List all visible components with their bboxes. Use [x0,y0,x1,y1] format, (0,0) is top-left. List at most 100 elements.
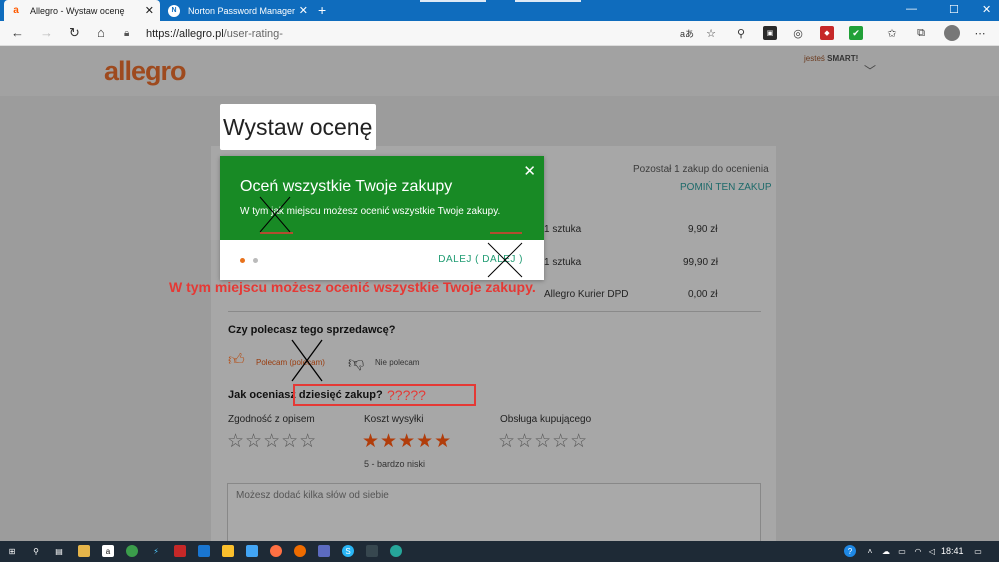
favorite-star-icon[interactable]: ☆ [704,26,718,40]
annotation-question-marks: ????? [387,387,426,403]
forward-arrow-icon[interactable]: → [40,25,53,40]
allegro-favicon-icon: a [13,5,19,16]
smart-brand: SMART! [827,54,859,63]
tab-title: Allegro - Wystaw ocenę [30,5,125,16]
popup-title: Oceń wszystkie Twoje zakupy [240,178,453,195]
criterion-label: Obsługa kupującego [500,414,592,425]
skip-purchase-link[interactable]: POMIŃ TEN ZAKUP [680,182,772,193]
smart-badge[interactable]: jesteś SMART! [804,54,858,63]
popup-header: Oceń wszystkie Twoje zakupy W tym jak mi… [220,156,544,240]
criterion-label: Zgodność z opisem [228,414,315,425]
tab-allegro[interactable]: a Allegro - Wystaw ocenę ✕ [4,0,160,21]
skype-icon[interactable]: S [342,545,354,557]
notifications-icon[interactable]: ▭ [972,545,984,557]
close-tab-icon[interactable]: ✕ [145,4,154,17]
lock-icon: 🔒︎ [124,28,130,39]
profile-avatar[interactable] [944,25,960,41]
refresh-icon[interactable]: ↻ [69,25,80,41]
tab-norton[interactable]: N Norton Password Manager - Ska ✕ [162,0,314,21]
norton-extension-icon[interactable]: ◆ [820,26,834,40]
step-dot-active[interactable] [240,258,245,263]
comment-textarea[interactable]: Możesz dodać kilka słów od siebie [227,483,761,541]
help-icon[interactable]: ? [844,545,856,557]
app-icon[interactable] [174,545,186,557]
new-tab-button[interactable]: + [318,2,326,18]
step-dot[interactable] [253,258,258,263]
more-menu-icon[interactable]: ⋯ [973,26,987,40]
firefox-icon[interactable] [270,545,282,557]
summary-price: 99,90 zł [683,257,719,268]
browser-tab-bar: a Allegro - Wystaw ocenę ✕ N Norton Pass… [0,0,999,21]
translate-icon[interactable]: aあ [680,26,694,40]
check-extension-icon[interactable]: ✔ [849,26,863,40]
thumbs-up-icon[interactable]: 👍︎ [228,351,245,370]
amazon-icon[interactable]: a [102,545,114,557]
home-icon[interactable]: ⌂ [97,25,105,40]
url-path: /user-rating- [223,27,283,40]
search-icon[interactable]: ⚲ [30,545,42,557]
norton-favicon-icon: N [168,4,180,17]
file-explorer-icon[interactable] [78,545,90,557]
wifi-icon[interactable]: ◠ [912,545,924,557]
app-icon[interactable] [198,545,210,557]
close-window-button[interactable]: ✕ [982,3,991,16]
thumbs-down-icon[interactable]: 👎︎ [348,354,364,373]
summary-label: 1 sztuka [544,257,582,268]
cloud-icon[interactable]: ☁ [880,545,892,557]
close-tab-icon[interactable]: ✕ [299,4,308,17]
summary-price: 0,00 zł [688,289,718,300]
extension-icon[interactable]: ▣ [763,26,777,40]
collections-icon[interactable]: ⧉ [914,26,928,40]
minimize-button[interactable]: — [906,3,917,15]
comment-placeholder: Możesz dodać kilka słów od siebie [236,490,389,501]
summary-label: 1 sztuka [544,224,582,235]
favorites-icon[interactable]: ✩ [885,26,899,40]
recommend-question: Czy polecasz tego sprzedawcę? [228,324,396,336]
close-icon[interactable]: ✕ [523,162,536,180]
criterion-label: Koszt wysyłki [364,414,424,425]
annotation-red-text: W tym miejscu możesz ocenić wszystkie Tw… [169,279,536,295]
windows-start-icon[interactable]: ⊞ [6,545,18,557]
allegro-logo[interactable]: allegro [104,56,187,87]
star-rating-description[interactable]: ☆☆☆☆☆ [227,432,317,451]
app-icon[interactable] [366,545,378,557]
page-title: Wystaw ocenę [220,104,376,150]
edge-icon[interactable] [390,545,402,557]
next-button[interactable]: DALEJ ( DALEJ ) [438,254,523,265]
app-icon[interactable]: ⚡ [150,545,162,557]
maximize-button[interactable]: ☐ [949,3,959,16]
tab-indicator [420,0,486,2]
password-key-icon[interactable]: ⚲ [734,26,748,40]
smart-prefix: jesteś [804,54,825,63]
recommend-no-label[interactable]: Nie polecam [375,358,419,367]
tab-title: Norton Password Manager - Ska [188,5,295,16]
chevron-up-icon[interactable]: ˄ [864,545,876,557]
tab-indicator [515,0,581,2]
url-field[interactable]: 🔒︎ https://allegro.pl/user-rating- [124,24,544,43]
firefox-icon[interactable] [294,545,306,557]
remaining-count: Pozostał 1 zakup do ocenienia [633,164,769,175]
address-bar: ← → ↻ ⌂ 🔒︎ https://allegro.pl/user-ratin… [0,21,999,46]
star-rating-shipping[interactable]: ★★★★★ [362,432,452,451]
task-view-icon[interactable]: ▤ [53,545,65,557]
page-content: allegro jesteś SMART! ﹀ Wystaw ocenę Poz… [0,46,999,541]
windows-taskbar: ⊞ ⚲ ▤ a ⚡ S ? ˄ ☁ ▭ ◠ ◁ 18:41 ▭ [0,541,999,562]
taskbar-clock[interactable]: 18:41 [941,546,964,556]
shipping-rating-caption: 5 - bardzo niski [364,459,426,469]
star-rating-service[interactable]: ☆☆☆☆☆ [498,432,588,451]
site-header: allegro jesteś SMART! ﹀ [0,46,999,96]
chevron-down-icon[interactable]: ﹀ [864,62,876,79]
chrome-icon[interactable] [126,545,138,557]
app-icon[interactable] [246,545,258,557]
section-divider [228,311,761,312]
vpn-extension-icon[interactable]: ◎ [791,26,805,40]
app-icon[interactable] [222,545,234,557]
app-icon[interactable] [318,545,330,557]
summary-label: Allegro Kurier DPD [544,289,629,300]
recommend-yes-label[interactable]: Polecam (polecam) [256,358,325,367]
back-arrow-icon[interactable]: ← [11,25,24,40]
popup-subtitle: W tym jak miejscu możesz ocenić wszystki… [240,206,501,217]
volume-icon[interactable]: ◁ [926,545,938,557]
battery-icon[interactable]: ▭ [896,545,908,557]
onboarding-popup: Oceń wszystkie Twoje zakupy W tym jak mi… [220,156,544,280]
